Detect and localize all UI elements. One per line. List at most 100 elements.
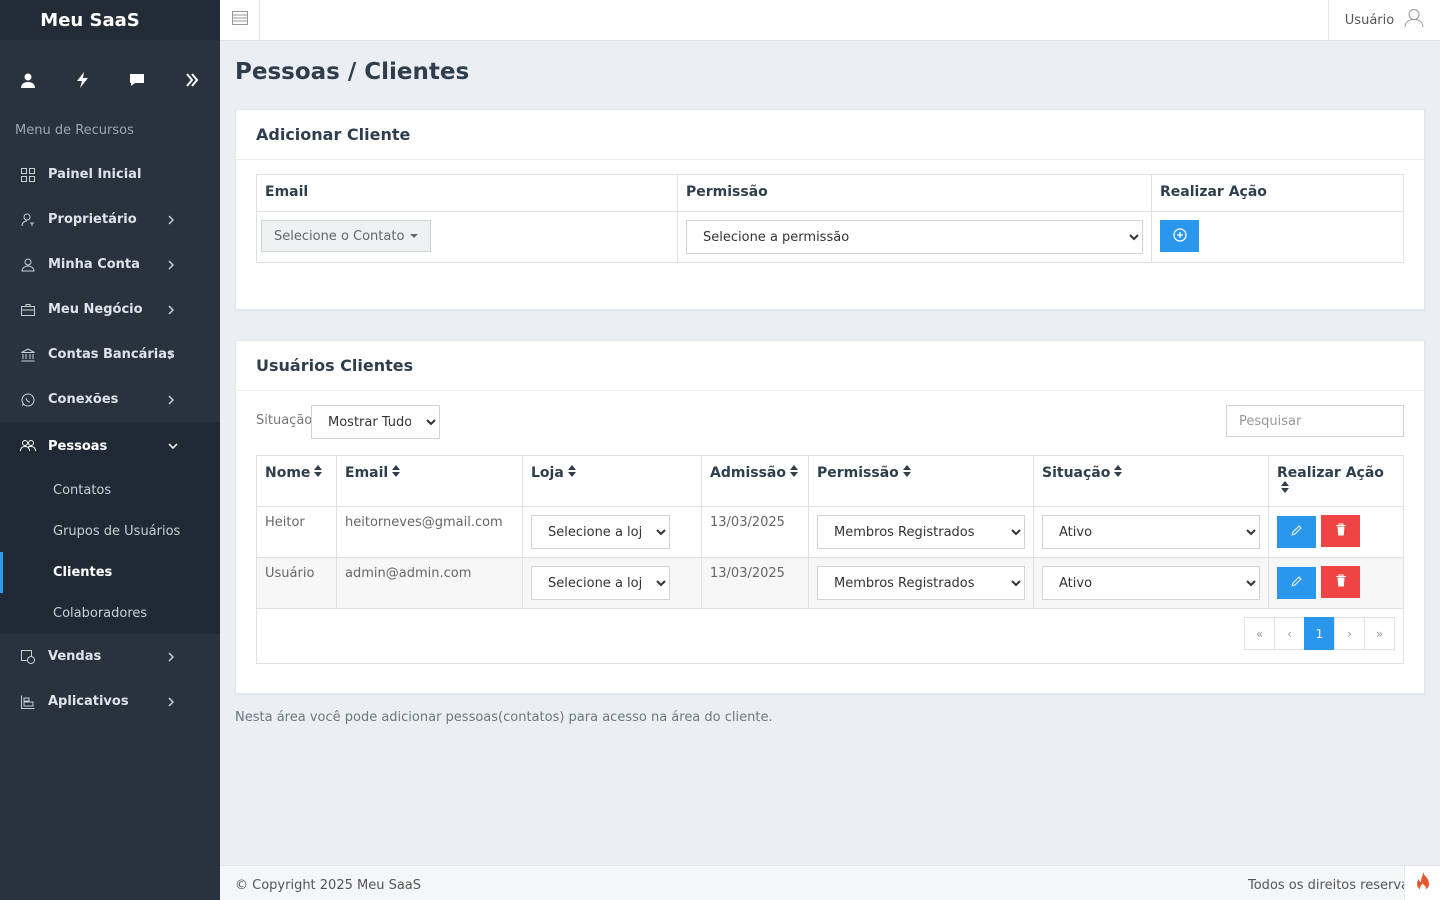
client-users-title: Usuários Clientes <box>236 341 1424 391</box>
sidebar-item-minha-conta[interactable]: Minha Conta <box>0 242 220 287</box>
th-situacao[interactable]: Situação <box>1033 455 1269 507</box>
contact-select-label: Selecione o Contato <box>274 228 405 244</box>
contact-select-button[interactable]: Selecione o Contato <box>261 220 432 252</box>
sort-icon <box>314 465 323 481</box>
sort-icon <box>902 465 911 481</box>
pencil-icon <box>1290 524 1303 539</box>
sidebar-item-proprietario[interactable]: Proprietário <box>0 197 220 242</box>
sidebar-subitem-clientes[interactable]: Clientes <box>0 552 220 593</box>
sidebar-item-conexoes[interactable]: Conexões <box>0 377 220 422</box>
page-first[interactable]: « <box>1244 617 1275 650</box>
delete-button[interactable] <box>1321 515 1361 547</box>
th-permissao[interactable]: Permissão <box>808 455 1034 507</box>
th-acao[interactable]: Realizar Ação <box>1268 455 1404 507</box>
sidebar-item-label: Meu Negócio <box>48 302 143 317</box>
edit-button[interactable] <box>1277 566 1316 599</box>
user-label: Usuário <box>1344 12 1395 28</box>
chevron-right-icon <box>168 651 178 662</box>
table-header-row: Nome Email Loja Admissão Permissão Situa… <box>256 455 1404 507</box>
delete-button[interactable] <box>1321 566 1361 598</box>
add-client-table: Email Permissão Realizar Ação Selecione … <box>256 174 1404 263</box>
brand-logo[interactable]: Meu SaaS <box>0 0 220 40</box>
page-current[interactable]: 1 <box>1304 617 1335 650</box>
sales-icon <box>20 649 36 665</box>
add-client-card: Adicionar Cliente Email Permissão Realiz… <box>235 109 1425 310</box>
sidebar-item-painel-inicial[interactable]: Painel Inicial <box>0 152 220 197</box>
row-permission-select[interactable]: Membros Registrados <box>817 515 1025 549</box>
th-loja[interactable]: Loja <box>522 455 702 507</box>
th-label: Loja <box>531 465 564 481</box>
page-next[interactable]: › <box>1334 617 1365 650</box>
hamburger-icon <box>231 11 248 29</box>
sidebar-subitem-colaboradores[interactable]: Colaboradores <box>0 593 220 634</box>
chat-icon[interactable] <box>127 70 147 90</box>
add-client-title: Adicionar Cliente <box>236 110 1424 160</box>
sidebar-item-contas-bancarias[interactable]: Contas Bancárias <box>0 332 220 377</box>
caret-down-icon <box>410 234 419 238</box>
sidebar-subitem-contatos[interactable]: Contatos <box>0 470 220 511</box>
user-icon[interactable] <box>18 70 38 90</box>
store-select[interactable]: Selecione a loja <box>531 515 670 549</box>
bolt-icon[interactable] <box>73 70 93 90</box>
page-title: Pessoas / Clientes <box>235 59 470 85</box>
footer: © Copyright 2025 Meu SaaS Todos os direi… <box>220 865 1440 900</box>
th-label: Admissão <box>710 465 786 481</box>
filter-bar: Situação Mostrar Tudo <box>236 391 1424 455</box>
fire-widget-button[interactable] <box>1404 866 1440 900</box>
chevron-right-icon <box>168 349 178 360</box>
page-prev[interactable]: ‹ <box>1274 617 1305 650</box>
status-filter-label: Situação <box>256 413 313 428</box>
table-row: Usuário admin@admin.com Selecione a loja… <box>256 557 1404 609</box>
chevron-down-icon <box>168 441 178 451</box>
pagination-row: « ‹ 1 › » <box>256 608 1404 664</box>
cell-admission: 13/03/2025 <box>701 557 809 609</box>
col-action: Realizar Ação <box>1151 174 1404 212</box>
sidebar-item-aplicativos[interactable]: Aplicativos <box>0 679 220 724</box>
store-select[interactable]: Selecione a loja <box>531 566 670 600</box>
th-label: Email <box>345 465 389 481</box>
pagination: « ‹ 1 › » <box>1244 617 1395 650</box>
row-permission-select[interactable]: Membros Registrados <box>817 566 1025 600</box>
user-key-icon <box>20 212 36 228</box>
chevron-right-icon <box>168 304 178 315</box>
bank-icon <box>20 347 36 363</box>
user-avatar-icon <box>1404 8 1424 32</box>
topbar: Usuário <box>220 0 1440 41</box>
client-users-table: Nome Email Loja Admissão Permissão Situa… <box>256 455 1404 664</box>
grid-icon <box>20 167 36 183</box>
plus-circle-icon <box>1172 227 1187 245</box>
permission-select[interactable]: Selecione a permissão <box>686 220 1143 254</box>
sidebar-item-label: Contas Bancárias <box>48 347 175 362</box>
row-status-select[interactable]: Ativo <box>1042 515 1260 549</box>
th-label: Realizar Ação <box>1277 465 1384 481</box>
col-permission: Permissão <box>677 174 1152 212</box>
sidebar-item-vendas[interactable]: Vendas <box>0 634 220 679</box>
th-label: Situação <box>1042 465 1111 481</box>
th-label: Permissão <box>817 465 899 481</box>
user-menu[interactable]: Usuário <box>1328 0 1440 40</box>
sort-icon <box>1281 481 1289 497</box>
th-nome[interactable]: Nome <box>256 455 337 507</box>
double-chevron-right-icon[interactable] <box>182 70 202 90</box>
sidebar-item-pessoas[interactable]: Pessoas <box>0 422 220 470</box>
page-last[interactable]: » <box>1364 617 1395 650</box>
sidebar-submenu-pessoas: Contatos Grupos de Usuários Clientes Col… <box>0 470 220 634</box>
sidebar-item-label: Painel Inicial <box>48 167 142 182</box>
menu-toggle-button[interactable] <box>220 0 260 40</box>
sidebar-item-meu-negocio[interactable]: Meu Negócio <box>0 287 220 332</box>
row-status-select[interactable]: Ativo <box>1042 566 1260 600</box>
fire-icon <box>1415 871 1431 896</box>
th-email[interactable]: Email <box>336 455 523 507</box>
edit-button[interactable] <box>1277 515 1316 548</box>
help-note: Nesta área você pode adicionar pessoas(c… <box>235 710 773 725</box>
sort-icon <box>567 465 576 481</box>
search-input[interactable] <box>1226 405 1404 437</box>
sidebar-subitem-grupos[interactable]: Grupos de Usuários <box>0 511 220 552</box>
sort-icon <box>392 465 401 481</box>
status-filter-select[interactable]: Mostrar Tudo <box>311 405 440 439</box>
cell-email: admin@admin.com <box>336 557 523 609</box>
th-admissao[interactable]: Admissão <box>701 455 809 507</box>
add-client-button[interactable] <box>1160 220 1199 252</box>
chevron-right-icon <box>168 259 178 270</box>
table-row: Heitor heitorneves@gmail.com Selecione a… <box>256 506 1404 558</box>
